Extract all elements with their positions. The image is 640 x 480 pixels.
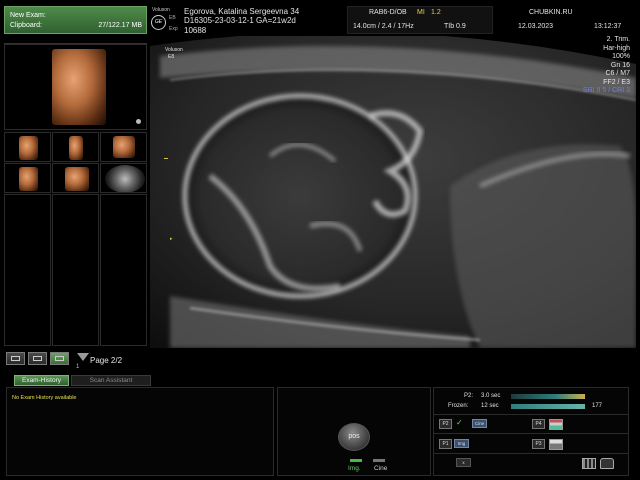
tab-exam-history[interactable]: Exam-History	[14, 375, 69, 386]
pos-button[interactable]: pos	[338, 423, 370, 451]
param-gain: Gn 16	[610, 61, 630, 69]
clipboard-thumbnail[interactable]	[52, 132, 99, 162]
p2-cine-chip[interactable]: Cine	[472, 419, 487, 428]
print-store-panel: P2: 3.0 sec Frozen: 12 sec 177 P2 ✓ Cine…	[433, 387, 629, 476]
img-indicator	[350, 459, 362, 462]
site-label: CHUBKIN.RU	[529, 9, 573, 16]
thumbnail-3d-render	[52, 49, 106, 125]
phone-icon[interactable]	[600, 458, 614, 469]
p1-img-chip[interactable]: Img	[454, 439, 469, 448]
clipboard-thumbnail[interactable]	[4, 163, 51, 193]
separator	[434, 433, 628, 434]
param-cm: C6 / M7	[605, 70, 630, 77]
layout-1x1-button[interactable]	[6, 352, 25, 365]
exp-label: Exp	[169, 26, 178, 32]
tab-scan-assistant[interactable]: Scan Assistant	[71, 375, 151, 386]
thumbnail-ultrasound	[105, 165, 145, 192]
exam-time: 13:12:37	[594, 23, 622, 30]
param-sri: SRI II 5 / CRI 3	[582, 87, 630, 94]
thumbnail-3d-render	[19, 167, 38, 191]
printer-color-icon	[549, 419, 563, 430]
page-index: 1	[76, 364, 80, 370]
p2-progress-bar	[511, 394, 585, 399]
focus-marker	[164, 158, 168, 159]
ultrasound-image[interactable]: Voluson E8 ▸ 2. Trim. Har-high 100% Gn 1…	[150, 36, 636, 348]
param-harmonic: Har-high	[603, 44, 630, 52]
exam-date: 12.03.2023	[518, 23, 554, 30]
separator	[434, 453, 628, 454]
eb-label: EB	[169, 15, 176, 21]
ultrasound-scan	[150, 36, 636, 348]
trackball-panel: pos Img. Cine	[277, 387, 431, 476]
network-icon[interactable]	[582, 458, 596, 469]
page-label: Page 2/2	[90, 356, 123, 365]
cine-indicator	[373, 459, 385, 462]
x-chip[interactable]: x	[456, 458, 471, 467]
thumbnail-3d-render	[19, 136, 38, 160]
clipboard-grid-toolbar: 1 Page 2/2	[4, 350, 147, 370]
brand-label: Voluson	[152, 7, 170, 13]
separator	[434, 414, 628, 415]
probe-logo-label: Voluson	[165, 47, 183, 53]
new-exam-label: New Exam:	[10, 12, 46, 19]
clipboard-thumbnail[interactable]	[4, 132, 51, 162]
thumbnail-3d-render	[69, 136, 83, 160]
param-power: 100%	[612, 53, 630, 60]
layout-single-icon	[11, 356, 20, 361]
layout-3x3-button[interactable]	[50, 352, 69, 365]
patient-id: D16305-23-03-12-1 GA=21w2d	[184, 16, 296, 25]
frozen-value: 12 sec	[481, 403, 499, 409]
history-empty-message: No Exam History available	[12, 395, 77, 401]
clipboard-thumbnail[interactable]	[52, 163, 99, 193]
probe-name: RAB6-D/OB	[369, 9, 407, 16]
clipboard-thumbnail[interactable]	[100, 163, 147, 193]
cine-mode-label[interactable]: Cine	[374, 465, 387, 472]
frozen-count: 177	[592, 403, 603, 409]
param-ff: FF2 / E3	[603, 78, 630, 86]
p2-label: P2:	[464, 393, 474, 399]
patient-number: 10688	[184, 26, 207, 35]
clipboard-thumbnail-large[interactable]	[4, 44, 147, 130]
imaging-parameters: 2. Trim. Har-high 100% Gn 16 C6 / M7 FF2…	[583, 36, 630, 96]
frozen-label: Frozen:	[448, 403, 469, 409]
tib-value: TIb 0.9	[444, 23, 466, 30]
thumbnail-3d-render	[65, 167, 89, 191]
thumbnail-3d-render	[113, 136, 135, 158]
patient-name[interactable]: Egorova, Katalina Sergeevna 34	[184, 7, 299, 16]
clipboard-thumbnail[interactable]	[100, 132, 147, 162]
depth-info: 14.0cm / 2.4 / 17Hz	[353, 23, 414, 30]
p1-button[interactable]: P1	[439, 439, 452, 449]
ge-logo-icon: GE	[151, 15, 166, 30]
layout-grid-icon	[55, 356, 64, 361]
clipboard-header: New Exam: Clipboard: 27/122.17 MB	[4, 6, 147, 34]
thumbnail-marker-icon	[136, 119, 141, 124]
clipboard-thumbnail-grid	[4, 44, 147, 346]
thumbnail-strip-header	[4, 36, 147, 44]
fetal-body	[450, 144, 636, 348]
probe-model-label: E8	[168, 54, 175, 60]
page-down-icon[interactable]	[77, 353, 89, 361]
mi-label: MI	[417, 9, 425, 16]
p2-value: 3.0 sec	[481, 393, 501, 399]
p3-button[interactable]: P3	[532, 439, 545, 449]
clipboard-empty-slot	[4, 194, 51, 346]
p4-button[interactable]: P4	[532, 419, 545, 429]
img-mode-label[interactable]: Img.	[348, 465, 361, 472]
frozen-progress-bar	[511, 404, 585, 409]
layout-2x2-button[interactable]	[28, 352, 47, 365]
checkmark-icon: ✓	[456, 418, 463, 427]
clipboard-storage: 27/122.17 MB	[98, 22, 142, 29]
exam-history-panel: No Exam History available	[6, 387, 274, 476]
layout-quad-icon	[33, 356, 42, 361]
param-trimester: 2. Trim.	[606, 36, 630, 43]
pos-label: pos	[348, 433, 360, 440]
depth-marker: ▸	[170, 236, 173, 242]
mi-value: 1.2	[431, 9, 441, 16]
clipboard-empty-slot	[100, 194, 147, 346]
clipboard-empty-slot	[52, 194, 99, 346]
clipboard-label: Clipboard:	[10, 22, 42, 29]
patient-info-bar: Voluson GE EB Exp Egorova, Katalina Serg…	[150, 6, 636, 36]
p2-button[interactable]: P2	[439, 419, 452, 429]
printer-icon	[549, 439, 563, 450]
